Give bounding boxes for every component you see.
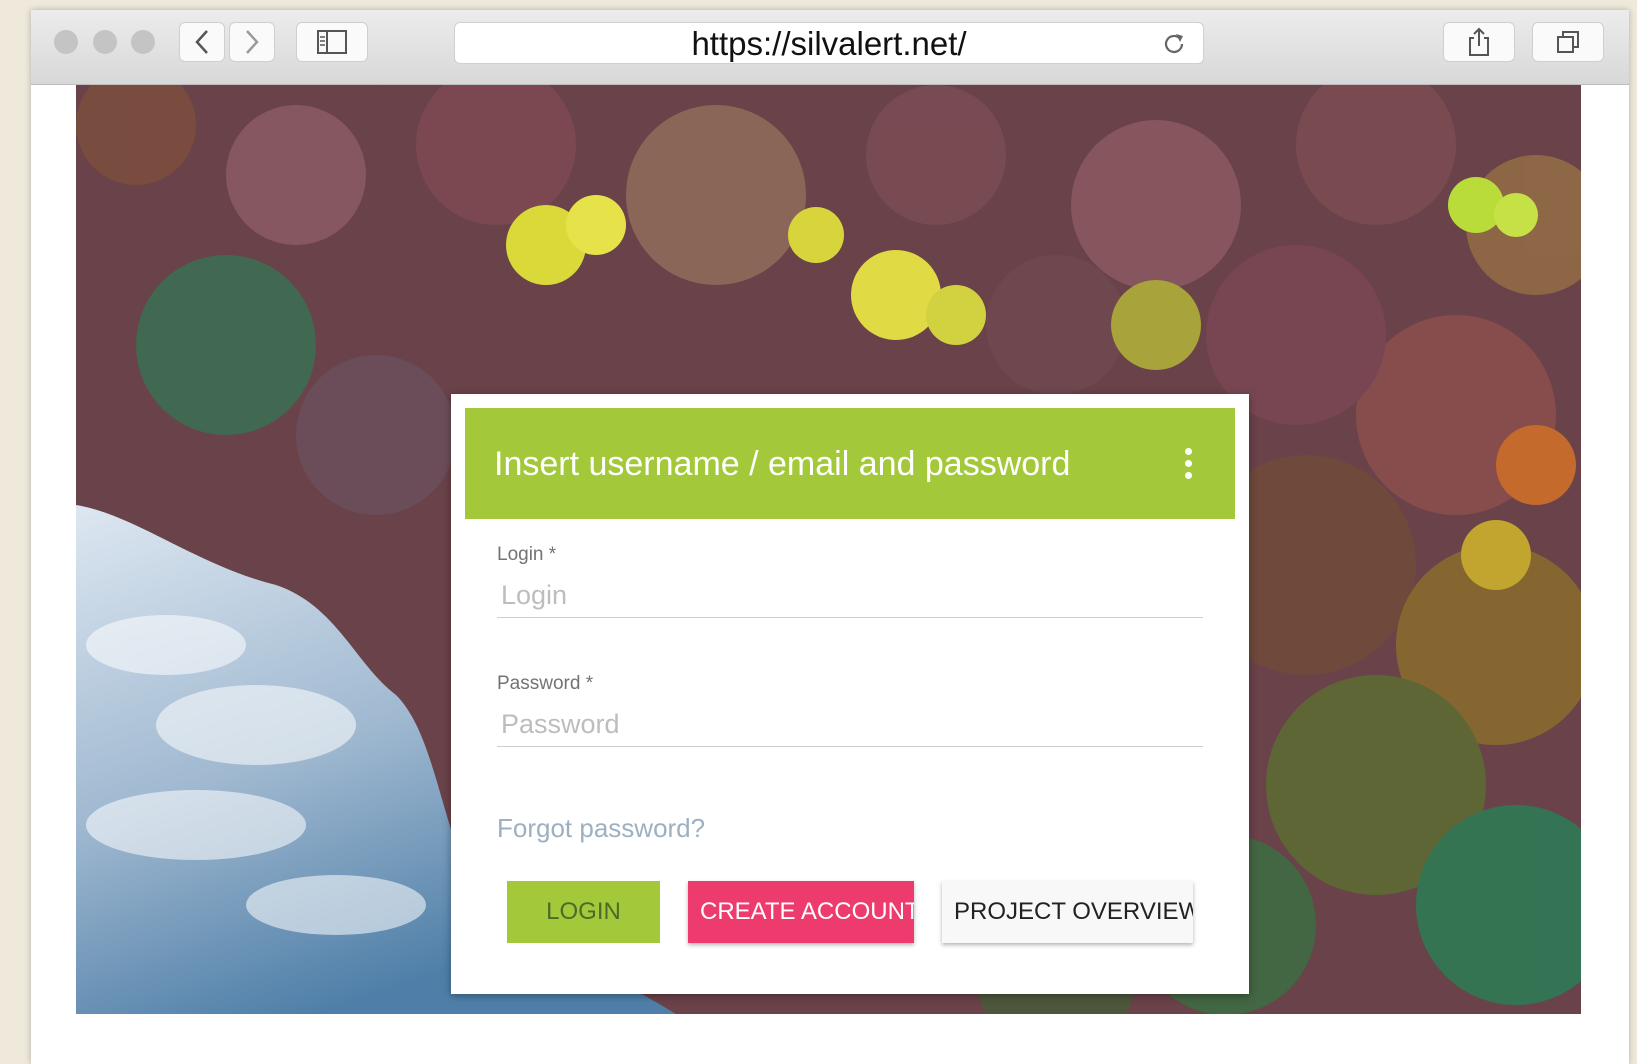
login-field-label: Login * <box>497 544 557 565</box>
tabs-button[interactable] <box>1532 22 1604 62</box>
create-account-button[interactable]: CREATE ACCOUNT <box>688 881 914 943</box>
forward-button[interactable] <box>229 22 275 62</box>
forward-icon <box>246 30 259 54</box>
address-bar[interactable]: https://silvalert.net/ <box>454 22 1204 64</box>
browser-window: https://silvalert.net/ Insert username /… <box>31 10 1629 1064</box>
zoom-window-button[interactable] <box>131 30 155 54</box>
login-input[interactable] <box>497 574 1203 618</box>
password-field-label: Password * <box>497 673 594 694</box>
back-button[interactable] <box>179 22 225 62</box>
login-card-title: Insert username / email and password <box>494 445 1071 483</box>
tabs-icon <box>1557 31 1579 53</box>
sidebar-button[interactable] <box>296 22 368 62</box>
project-overview-button[interactable]: PROJECT OVERVIEW <box>942 881 1193 943</box>
forgot-password-link[interactable]: Forgot password? <box>497 813 705 844</box>
share-button[interactable] <box>1443 22 1515 62</box>
login-button[interactable]: LOGIN <box>507 881 660 943</box>
login-card: Insert username / email and password Log… <box>451 394 1249 994</box>
login-card-header: Insert username / email and password <box>465 408 1235 519</box>
share-icon <box>1469 27 1489 56</box>
kebab-menu-icon[interactable] <box>1185 448 1193 480</box>
back-icon <box>195 30 208 54</box>
forest-background-image: Insert username / email and password Log… <box>76 85 1581 1014</box>
close-window-button[interactable] <box>54 30 78 54</box>
minimize-window-button[interactable] <box>93 30 117 54</box>
sidebar-icon <box>317 30 347 54</box>
browser-toolbar: https://silvalert.net/ <box>31 10 1629 85</box>
address-url[interactable]: https://silvalert.net/ <box>455 27 1203 60</box>
reload-icon[interactable] <box>1161 31 1187 57</box>
password-input[interactable] <box>497 703 1203 747</box>
